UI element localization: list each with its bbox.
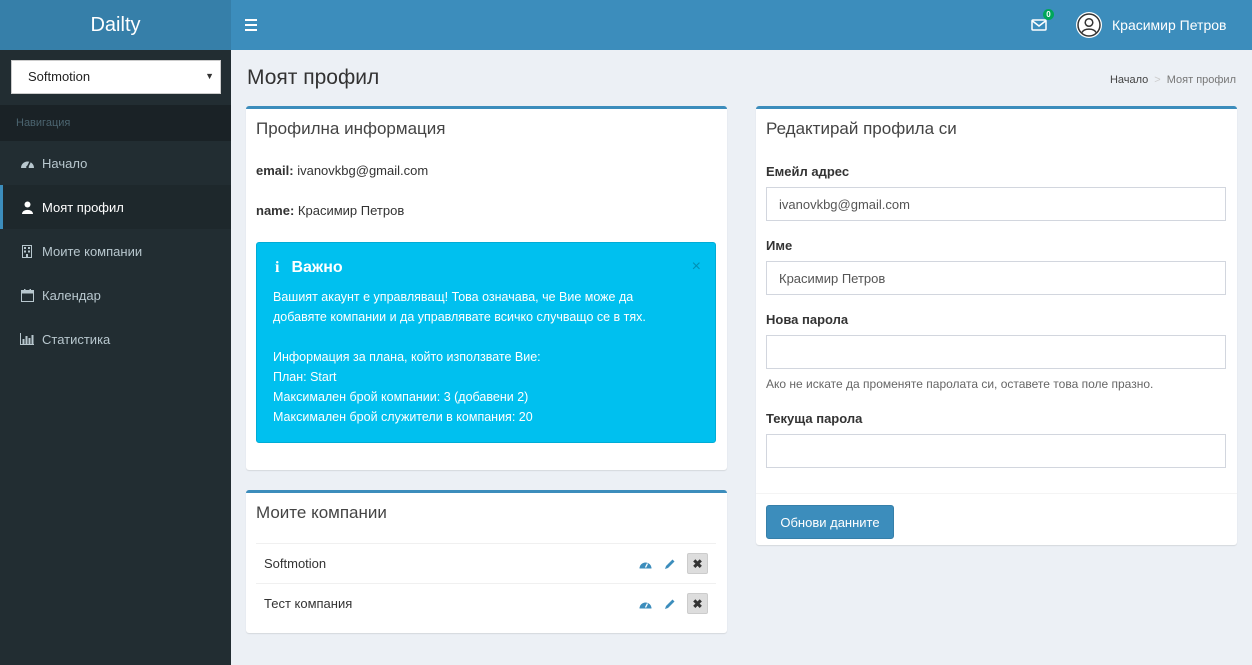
alert-spacer [273,327,699,347]
user-menu[interactable]: Красимир Петров [1076,12,1226,38]
current-password-field[interactable] [766,434,1226,468]
breadcrumb-current: Моят профил [1166,74,1236,86]
company-select[interactable]: Softmotion ▼ [11,60,221,94]
profile-info-title: Профилна информация [256,119,446,138]
alert-title: i Важно [273,259,699,277]
close-icon[interactable]: × [692,258,701,276]
sidebar-item-home[interactable]: Начало [0,141,231,185]
nav-header: Навигация [0,105,231,141]
sidebar: Softmotion ▼ Навигация Начало Моят профи… [0,50,231,665]
user-circle-icon [1077,13,1101,37]
sidebar-item-label: Календар [42,287,101,303]
company-name: Тест компания [264,596,353,611]
update-profile-button[interactable]: Обнови данните [766,505,894,539]
name-label: Име [766,238,793,253]
profile-name-value: Красимир Петров [297,203,405,218]
info-icon: i [275,259,280,276]
top-navbar: 0 Красимир Петров [231,0,1252,50]
sidebar-item-label: Моите компании [42,243,143,259]
avatar [1076,12,1102,38]
user-icon [19,200,35,214]
alert-line: добавяте компании и да управлявате всичк… [273,310,646,324]
alert-line: Максимален брой служители в компания: 20 [273,410,533,424]
sidebar-item-label: Начало [42,155,88,171]
company-name: Softmotion [264,556,327,571]
company-actions: ✖ [637,593,708,614]
alert-line: План: Start [273,370,337,384]
sidebar-item-label: Статистика [42,331,111,347]
companies-box: Моите компании Softmotion ✖ Тест компани… [246,490,727,633]
alert-title-text: Важно [291,259,343,276]
profile-email-value: ivanovkbg@gmail.com [297,163,429,178]
alert-line: Максимален брой компании: 3 (добавени 2) [273,390,529,404]
sidebar-item-companies[interactable]: Моите компании [0,229,231,273]
companies-title: Моите компании [256,503,387,522]
email-label: Емейл адрес [766,164,850,179]
profile-email: email: ivanovkbg@gmail.com [256,163,428,178]
name-field[interactable] [766,261,1226,295]
user-name: Красимир Петров [1112,17,1227,33]
profile-name: name: Красимир Петров [256,203,404,218]
app-logo[interactable]: Dailty [0,0,231,50]
bar-chart-icon [19,332,35,346]
profile-info-box: Профилна информация email: ivanovkbg@gma… [246,106,727,470]
edit-profile-title: Редактирай профила си [766,119,957,138]
notification-badge: 0 [1043,9,1054,20]
delete-icon[interactable]: ✖ [687,553,708,574]
building-icon [19,244,35,258]
page-title: Моят профил [247,66,380,89]
sidebar-toggle-icon[interactable] [245,16,259,34]
sidebar-item-label: Моят профил [42,199,124,215]
dashboard-icon[interactable] [637,596,653,612]
new-password-field[interactable] [766,335,1226,369]
info-alert: i Важно × Вашият акаунт е управляващ! То… [256,242,716,443]
edit-profile-box: Редактирай профила си Емейл адрес Име Но… [756,106,1237,545]
new-password-label: Нова парола [766,312,849,327]
breadcrumb-home[interactable]: Начало [1110,74,1148,86]
email-field[interactable] [766,187,1226,221]
current-password-label: Текуща парола [766,411,863,426]
envelope-icon [1031,19,1047,31]
alert-line: Вашият акаунт е управляващ! Това означав… [273,290,634,304]
breadcrumb-separator: > [1154,74,1161,86]
calendar-icon [19,288,35,302]
company-actions: ✖ [637,553,708,574]
table-row: Тест компания ✖ [256,583,716,623]
new-password-help: Ако не искате да променяте паролата си, … [766,377,1154,391]
table-row: Softmotion ✖ [256,543,716,583]
sidebar-item-calendar[interactable]: Календар [0,273,231,317]
sidebar-item-statistics[interactable]: Статистика [0,317,231,361]
caret-down-icon: ▼ [205,71,214,81]
nav-list: Начало Моят профил Моите компании Календ… [0,141,231,361]
messages-button[interactable]: 0 [1031,9,1054,35]
edit-profile-footer: Обнови данните [756,493,1237,545]
edit-icon[interactable] [662,596,678,612]
edit-icon[interactable] [662,556,678,572]
sidebar-item-profile[interactable]: Моят профил [0,185,231,229]
alert-line: Информация за плана, който използвате Ви… [273,350,541,364]
dashboard-icon[interactable] [637,556,653,572]
breadcrumb: Начало > Моят профил [1110,74,1236,86]
delete-icon[interactable]: ✖ [687,593,708,614]
profile-email-label: email: [256,163,294,178]
dashboard-icon [19,156,35,170]
profile-name-label: name: [256,203,295,218]
company-select-value: Softmotion [28,69,91,84]
